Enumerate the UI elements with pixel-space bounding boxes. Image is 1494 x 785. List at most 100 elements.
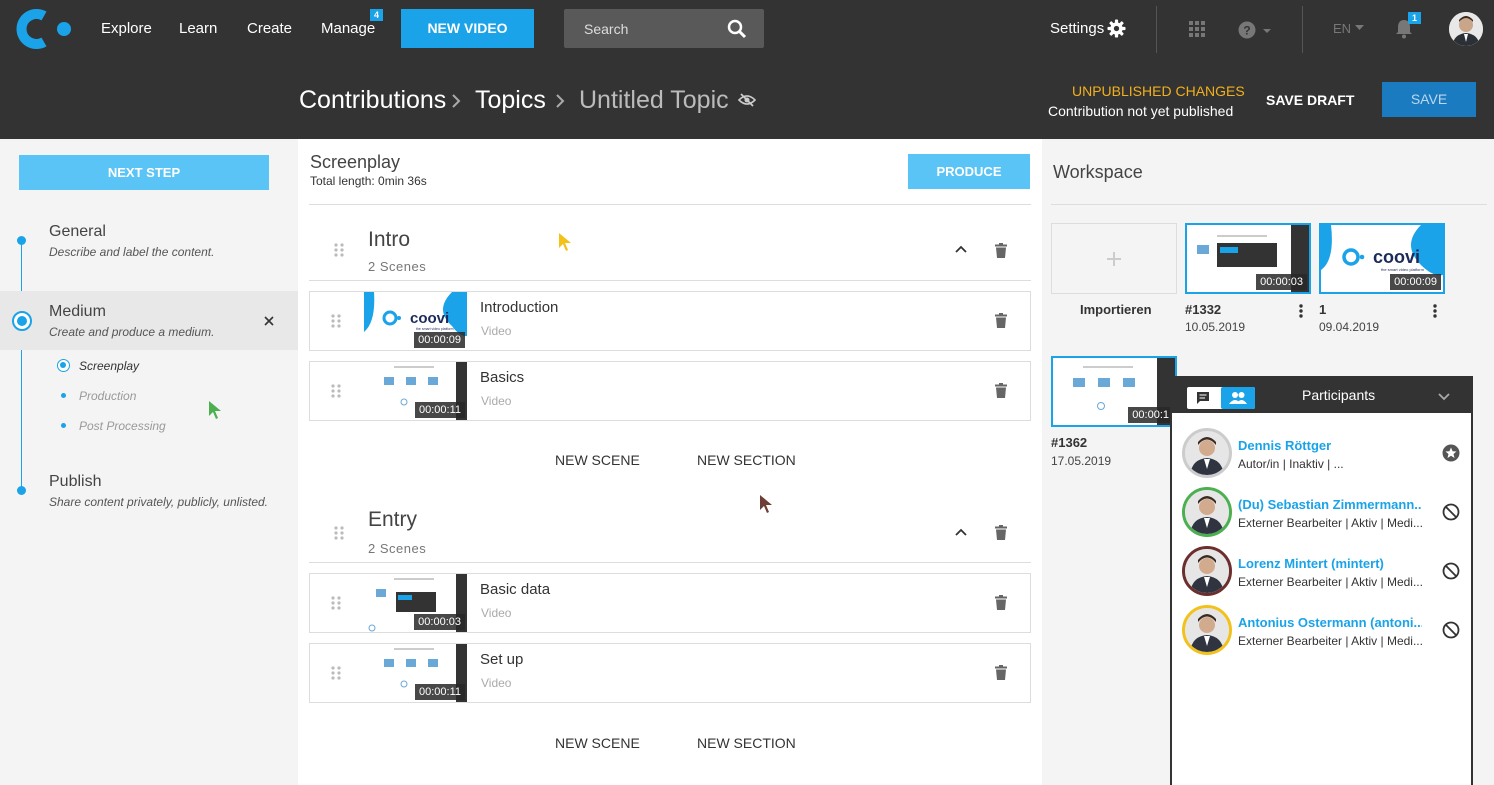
scene-row[interactable]: 00:00:11 Set up Video xyxy=(309,643,1031,703)
scene-thumbnail[interactable]: coovi the smart video platform 00:00:09 xyxy=(364,292,467,350)
new-scene-button[interactable]: NEW SCENE xyxy=(555,735,640,751)
divider xyxy=(1051,204,1487,205)
steps-sidebar: NEXT STEP General Describe and label the… xyxy=(0,139,298,785)
apps-grid-icon[interactable] xyxy=(1189,21,1205,37)
block-icon[interactable] xyxy=(1442,562,1460,580)
close-icon[interactable] xyxy=(264,316,274,326)
section-title[interactable]: Entry xyxy=(368,508,417,532)
workspace-item-label: 1 xyxy=(1319,302,1327,317)
divider xyxy=(309,204,1031,205)
user-avatar[interactable] xyxy=(1449,12,1483,46)
substep-production[interactable]: Production xyxy=(79,389,136,403)
gear-icon[interactable] xyxy=(1107,19,1126,38)
step-medium[interactable] xyxy=(0,291,298,350)
drag-handle-icon[interactable] xyxy=(331,384,341,398)
coovi-logo[interactable] xyxy=(14,8,74,50)
block-icon[interactable] xyxy=(1442,503,1460,521)
substep-screenplay[interactable]: Screenplay xyxy=(79,359,139,373)
workspace-item-thumbnail[interactable]: coovi the smart video platform 00:00:09 xyxy=(1319,223,1445,294)
scene-duration: 00:00:09 xyxy=(414,332,465,348)
workspace-item-thumbnail[interactable]: 00:00:1 xyxy=(1051,356,1177,427)
scene-row[interactable]: 00:00:11 Basics Video xyxy=(309,361,1031,421)
new-section-button[interactable]: NEW SECTION xyxy=(697,452,796,468)
participants-tab[interactable] xyxy=(1221,387,1255,409)
search-input[interactable]: Search xyxy=(564,9,764,48)
participant-name[interactable]: (Du) Sebastian Zimmermann... xyxy=(1238,497,1422,512)
drag-handle-icon[interactable] xyxy=(331,596,341,610)
nav-create[interactable]: Create xyxy=(247,20,292,37)
nav-manage[interactable]: Manage xyxy=(321,20,375,37)
trash-icon[interactable] xyxy=(995,313,1007,328)
substep-active-indicator xyxy=(57,359,70,372)
chevron-up-icon[interactable] xyxy=(955,245,967,253)
chevron-down-icon[interactable] xyxy=(1438,393,1450,401)
new-video-button[interactable]: NEW VIDEO xyxy=(401,9,534,48)
star-icon[interactable] xyxy=(1442,444,1460,462)
drag-handle-icon[interactable] xyxy=(331,666,341,680)
import-label[interactable]: Importieren xyxy=(1080,302,1152,317)
screenplay-title: Screenplay xyxy=(310,152,401,172)
breadcrumb-topics[interactable]: Topics xyxy=(475,86,546,115)
people-icon xyxy=(1229,392,1247,404)
trash-icon[interactable] xyxy=(995,665,1007,680)
settings-link[interactable]: Settings xyxy=(1050,20,1104,37)
search-icon[interactable] xyxy=(727,19,747,39)
save-draft-button[interactable]: SAVE DRAFT xyxy=(1266,92,1354,108)
participant-avatar[interactable] xyxy=(1182,605,1232,655)
scene-thumbnail[interactable]: 00:00:11 xyxy=(364,362,467,420)
step-publish-title[interactable]: Publish xyxy=(49,473,101,491)
more-vert-icon[interactable] xyxy=(1433,304,1437,318)
nav-explore[interactable]: Explore xyxy=(101,20,152,37)
scene-row[interactable]: coovi the smart video platform 00:00:09 … xyxy=(309,291,1031,351)
participant-avatar[interactable] xyxy=(1182,546,1232,596)
participant-name[interactable]: Antonius Ostermann (antoni... xyxy=(1238,615,1422,630)
drag-handle-icon[interactable] xyxy=(334,243,344,257)
step-medium-title[interactable]: Medium xyxy=(49,303,106,321)
scene-name[interactable]: Basic data xyxy=(480,581,550,598)
save-button[interactable]: SAVE xyxy=(1382,82,1476,117)
participant-name[interactable]: Lorenz Mintert (mintert) xyxy=(1238,556,1422,571)
block-icon[interactable] xyxy=(1442,621,1460,639)
trash-icon[interactable] xyxy=(995,243,1007,258)
section-scene-count: 2 Scenes xyxy=(368,259,427,274)
help-icon[interactable]: ? xyxy=(1238,21,1274,39)
trash-icon[interactable] xyxy=(995,525,1007,540)
drag-handle-icon[interactable] xyxy=(334,526,344,540)
new-section-button[interactable]: NEW SECTION xyxy=(697,735,796,751)
new-scene-button[interactable]: NEW SCENE xyxy=(555,452,640,468)
nav-learn[interactable]: Learn xyxy=(179,20,217,37)
trash-icon[interactable] xyxy=(995,595,1007,610)
collaborator-cursor-icon xyxy=(559,233,571,251)
scene-name[interactable]: Basics xyxy=(480,369,524,386)
next-step-button[interactable]: NEXT STEP xyxy=(19,155,269,190)
participant-name[interactable]: Dennis Röttger xyxy=(1238,438,1422,453)
workspace-item-label: #1362 xyxy=(1051,435,1088,450)
participant-avatar[interactable] xyxy=(1182,487,1232,537)
substep-post-processing[interactable]: Post Processing xyxy=(79,419,166,433)
chevron-up-icon[interactable] xyxy=(955,528,967,536)
trash-icon[interactable] xyxy=(995,383,1007,398)
workspace-item-thumbnail[interactable]: 00:00:03 xyxy=(1185,223,1311,294)
scene-duration: 00:00:11 xyxy=(414,684,465,700)
drag-handle-icon[interactable] xyxy=(331,314,341,328)
chat-icon[interactable] xyxy=(1196,391,1210,405)
scene-name[interactable]: Set up xyxy=(480,651,523,668)
participants-header[interactable]: Participants xyxy=(1172,378,1471,413)
import-tile[interactable] xyxy=(1051,223,1177,294)
step-publish-desc: Share content privately, publicly, unlis… xyxy=(49,495,269,509)
participant-avatar[interactable] xyxy=(1182,428,1232,478)
participant-role: Externer Bearbeiter | Aktiv | Medi... xyxy=(1238,516,1422,530)
search-placeholder: Search xyxy=(584,21,629,37)
step-general-title[interactable]: General xyxy=(49,223,106,241)
scene-row[interactable]: 00:00:03 Basic data Video xyxy=(309,573,1031,633)
collaborator-cursor-icon xyxy=(760,495,772,513)
scene-thumbnail[interactable]: 00:00:03 xyxy=(364,574,467,632)
scene-thumbnail[interactable]: 00:00:11 xyxy=(364,644,467,702)
breadcrumb-contributions[interactable]: Contributions xyxy=(299,86,446,115)
language-select[interactable]: EN xyxy=(1333,21,1351,36)
scene-name[interactable]: Introduction xyxy=(480,299,558,316)
more-vert-icon[interactable] xyxy=(1299,304,1303,318)
section-title[interactable]: Intro xyxy=(368,228,410,252)
produce-button[interactable]: PRODUCE xyxy=(908,154,1030,189)
visibility-off-icon[interactable] xyxy=(738,93,756,107)
